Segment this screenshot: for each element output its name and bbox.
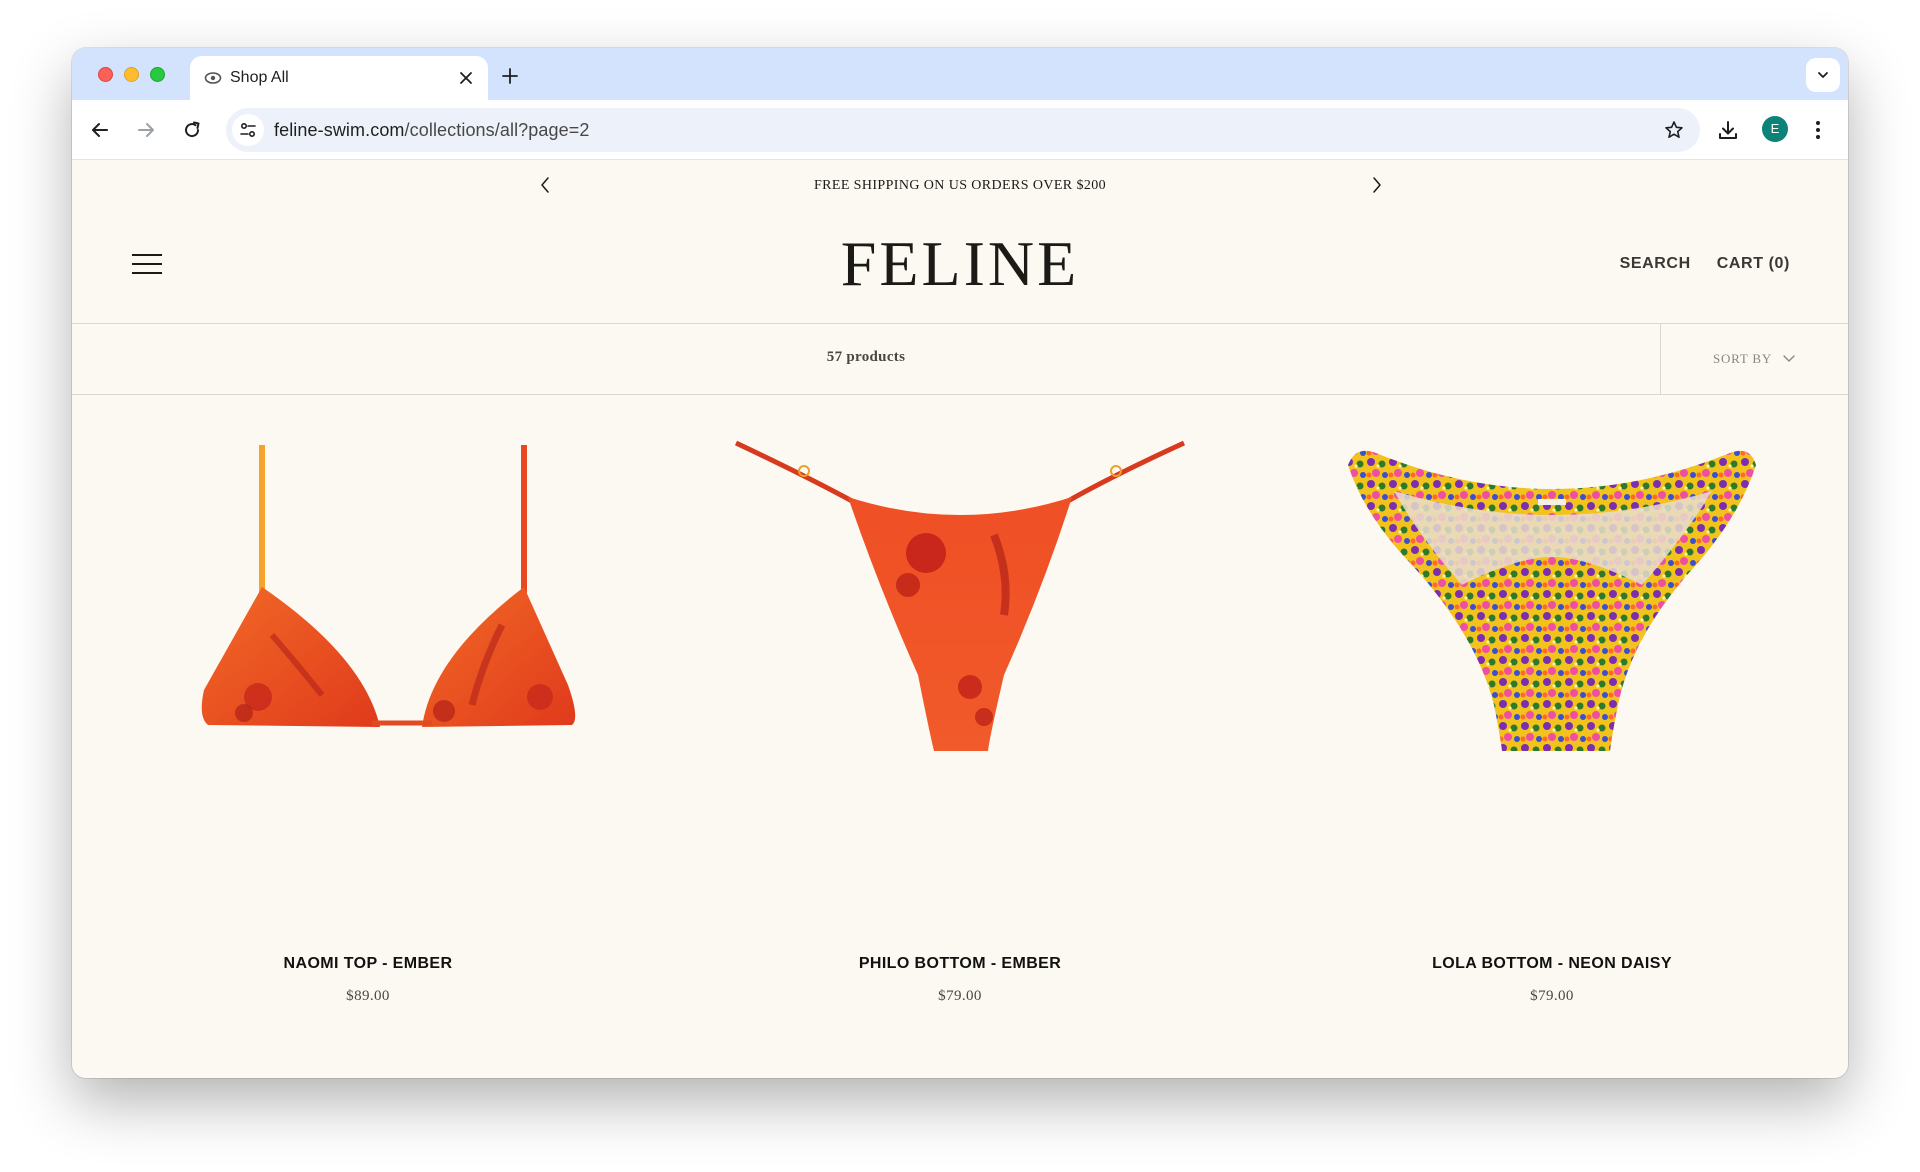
- product-count: 57 products: [826, 349, 906, 365]
- product-price: $89.00: [346, 988, 390, 1004]
- chevron-down-icon: [1783, 355, 1795, 362]
- url-text: feline-swim.com/collections/all?page=2: [274, 120, 589, 140]
- brand-logo[interactable]: FELINE: [72, 226, 1848, 302]
- close-window-button[interactable]: [98, 67, 113, 82]
- download-icon: [1719, 121, 1737, 139]
- minimize-window-button[interactable]: [124, 67, 139, 82]
- browser-window: Shop All feline-swim.com/collections/all…: [72, 48, 1848, 1078]
- product-grid: NAOMI TOP - EMBER $89.00 PHILO BOTTOM - …: [72, 395, 1848, 1078]
- search-link[interactable]: SEARCH: [1620, 255, 1691, 273]
- downloads-button[interactable]: [1712, 114, 1744, 146]
- collection-toolbar: 57 products SORT BY: [72, 324, 1848, 395]
- header-links: SEARCH CART (0): [1620, 255, 1790, 273]
- sort-label: SORT BY: [1712, 351, 1773, 366]
- site-settings-button[interactable]: [232, 114, 264, 146]
- url-path: /collections/all?page=2: [404, 120, 590, 140]
- product-card[interactable]: PHILO BOTTOM - EMBER $79.00: [664, 395, 1256, 1078]
- product-name[interactable]: LOLA BOTTOM - NEON DAISY: [1256, 955, 1848, 973]
- maximize-window-button[interactable]: [150, 67, 165, 82]
- close-tab-button[interactable]: [454, 66, 478, 90]
- arrow-left-icon: [92, 123, 108, 137]
- profile-avatar[interactable]: E: [1762, 116, 1788, 142]
- tune-icon: [240, 122, 256, 138]
- forward-button[interactable]: [130, 114, 162, 146]
- arrow-right-icon: [138, 123, 154, 137]
- chevron-right-icon: [1373, 177, 1381, 193]
- reload-icon: [185, 121, 200, 138]
- plus-icon: [502, 68, 518, 84]
- product-image-philo-bottom[interactable]: [664, 435, 1256, 825]
- cat-eye-icon: [204, 72, 222, 84]
- product-name[interactable]: NAOMI TOP - EMBER: [72, 955, 664, 973]
- reload-button[interactable]: [176, 114, 208, 146]
- product-price: $79.00: [938, 988, 982, 1004]
- tab-search-button[interactable]: [1806, 58, 1840, 92]
- product-price: $79.00: [1530, 988, 1574, 1004]
- url-host: feline-swim.com: [274, 120, 405, 140]
- bookmark-button[interactable]: [1658, 114, 1690, 146]
- store-page: FREE SHIPPING ON US ORDERS OVER $200 FEL…: [72, 160, 1848, 1078]
- product-name[interactable]: PHILO BOTTOM - EMBER: [664, 955, 1256, 973]
- tab-title: Shop All: [230, 69, 289, 86]
- new-tab-button[interactable]: [496, 62, 524, 90]
- address-bar[interactable]: feline-swim.com/collections/all?page=2: [226, 108, 1700, 152]
- product-card[interactable]: LOLA BOTTOM - NEON DAISY $79.00: [1256, 395, 1848, 1078]
- site-header: FELINE SEARCH CART (0): [72, 210, 1848, 324]
- star-icon: [1665, 121, 1683, 138]
- product-image-naomi-top[interactable]: [72, 435, 664, 825]
- product-card[interactable]: NAOMI TOP - EMBER $89.00: [72, 395, 664, 1078]
- chevron-down-icon: [1818, 72, 1828, 78]
- announcement-bar: FREE SHIPPING ON US ORDERS OVER $200: [72, 160, 1848, 210]
- more-vertical-icon: [1816, 121, 1820, 139]
- back-button[interactable]: [84, 114, 116, 146]
- tab-shop-all[interactable]: Shop All: [190, 56, 488, 100]
- browser-toolbar: feline-swim.com/collections/all?page=2 E: [72, 100, 1848, 160]
- product-image-lola-bottom[interactable]: [1256, 435, 1848, 825]
- sort-dropdown[interactable]: SORT BY: [1660, 324, 1848, 394]
- cart-link[interactable]: CART (0): [1717, 255, 1790, 273]
- close-icon: [460, 72, 472, 84]
- browser-menu-button[interactable]: [1802, 114, 1834, 146]
- tab-strip: Shop All: [72, 48, 1848, 100]
- announcement-text: FREE SHIPPING ON US ORDERS OVER $200: [813, 178, 1107, 193]
- announcement-next-button[interactable]: [1365, 173, 1389, 197]
